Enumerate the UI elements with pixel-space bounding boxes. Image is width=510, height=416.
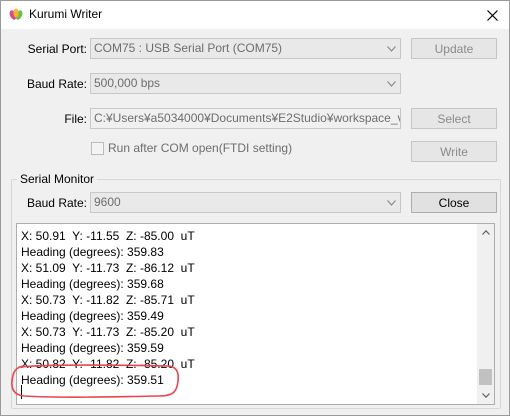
select-button[interactable]: Select xyxy=(411,108,497,129)
serial-port-value: COM75 : USB Serial Port (COM75) xyxy=(94,41,283,55)
serial-port-select[interactable]: COM75 : USB Serial Port (COM75) xyxy=(90,38,401,59)
log-line: Heading (degrees): 359.59 xyxy=(21,341,164,355)
scrollbar-thumb[interactable] xyxy=(479,369,492,385)
kurumi-app-icon xyxy=(8,7,24,23)
log-line: Heading (degrees): 359.49 xyxy=(21,309,164,323)
serial-monitor-title: Serial Monitor xyxy=(17,172,98,186)
log-line: Heading (degrees): 359.83 xyxy=(21,245,164,259)
close-icon xyxy=(486,9,498,21)
chevron-up-icon xyxy=(481,230,490,235)
monitor-baud-rate-value: 9600 xyxy=(94,195,121,209)
baud-rate-label: Baud Rate: xyxy=(26,77,87,91)
write-button[interactable]: Write xyxy=(411,141,497,162)
log-line: X: 50.73 Y: -11.82 Z: -85.71 uT xyxy=(21,293,195,307)
log-line: X: 51.09 Y: -11.73 Z: -86.12 uT xyxy=(21,261,195,275)
update-button[interactable]: Update xyxy=(411,38,497,59)
vertical-scrollbar[interactable] xyxy=(477,224,494,404)
log-line: Heading (degrees): 359.68 xyxy=(21,277,164,291)
chevron-down-icon xyxy=(382,39,400,58)
window-close-button[interactable] xyxy=(475,1,509,29)
title-bar: Kurumi Writer xyxy=(1,1,509,29)
chevron-down-icon xyxy=(382,74,400,93)
chevron-down-icon xyxy=(382,193,400,212)
monitor-baud-rate-label: Baud Rate: xyxy=(26,196,87,210)
baud-rate-value: 500,000 bps xyxy=(94,76,161,90)
close-button[interactable]: Close xyxy=(411,192,497,213)
scroll-up-button[interactable] xyxy=(477,224,494,241)
run-after-label: Run after COM open(FTDI setting) xyxy=(108,141,293,155)
scroll-down-button[interactable] xyxy=(477,387,494,404)
baud-rate-select[interactable]: 500,000 bps xyxy=(90,73,401,94)
log-line: X: 50.73 Y: -11.73 Z: -85.20 uT xyxy=(21,325,195,339)
file-path-field[interactable]: C:¥Users¥a5034000¥Documents¥E2Studio¥wor… xyxy=(90,108,401,129)
kurumi-writer-window: Kurumi Writer Serial Port: COM75 : USB S… xyxy=(0,0,510,416)
monitor-baud-rate-select[interactable]: 9600 xyxy=(90,192,401,213)
chevron-down-icon xyxy=(481,393,490,398)
log-line: X: 50.91 Y: -11.55 Z: -85.00 uT xyxy=(21,229,195,243)
file-label: File: xyxy=(64,112,87,126)
run-after-checkbox[interactable] xyxy=(91,142,104,155)
window-title: Kurumi Writer xyxy=(29,7,103,21)
serial-port-label: Serial Port: xyxy=(27,42,87,56)
highlight-annotation xyxy=(11,364,180,398)
